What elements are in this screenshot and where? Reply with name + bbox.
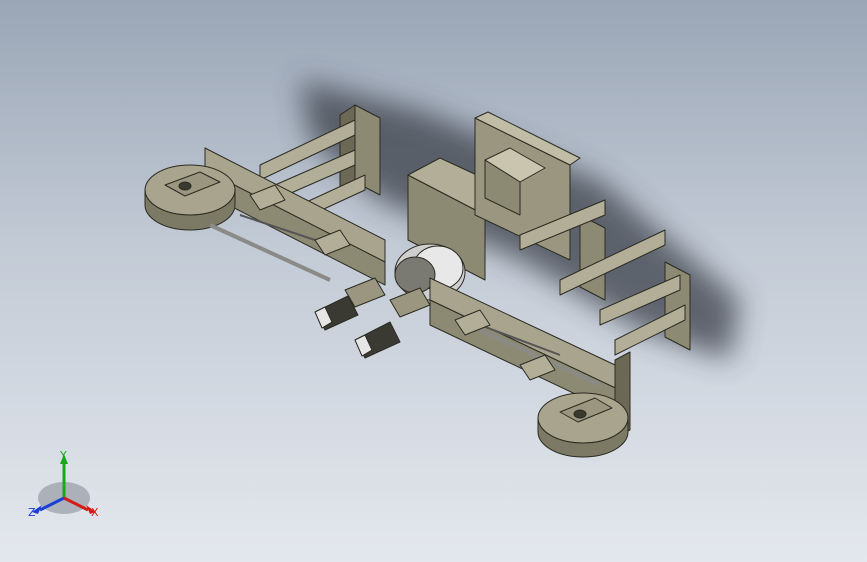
orientation-triad[interactable]: Y X Z: [22, 448, 106, 528]
z-axis-label: Z: [28, 506, 36, 519]
right-end-plate: [664, 261, 691, 351]
x-axis-label: X: [91, 506, 99, 519]
assembly-model[interactable]: [0, 0, 867, 562]
graphics-viewport[interactable]: Y X Z: [0, 0, 867, 562]
y-axis-label: Y: [59, 449, 67, 462]
